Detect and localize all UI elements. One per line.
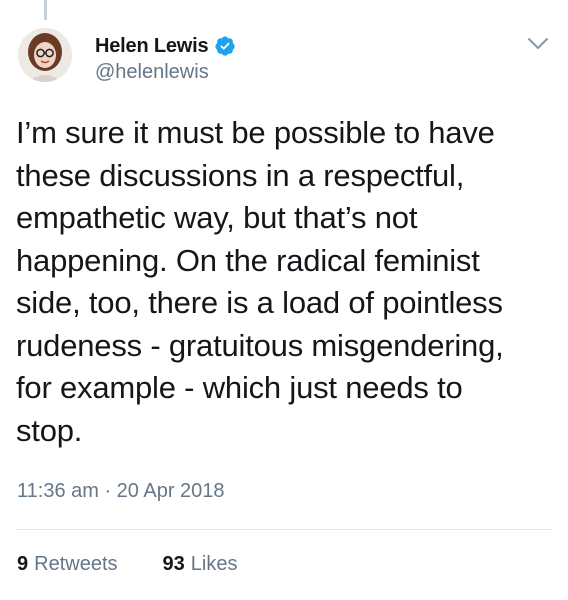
- tweet-text-line: side, too, there is a load of pointless: [16, 285, 503, 320]
- retweets-stat[interactable]: 9 Retweets: [17, 553, 118, 576]
- retweets-label: Retweets: [34, 553, 118, 575]
- divider: [16, 529, 553, 530]
- likes-count: 93: [162, 553, 185, 575]
- tweet-text-line: stop.: [16, 412, 83, 448]
- avatar-image: [18, 28, 72, 82]
- tweet-text-line: for example - which just needs to: [16, 370, 463, 405]
- tweet-text-line: these discussions in a respectful,: [16, 157, 465, 193]
- chevron-down-icon[interactable]: [527, 36, 549, 52]
- likes-stat[interactable]: 93 Likes: [163, 553, 238, 576]
- author-display-name[interactable]: Helen Lewis: [95, 35, 209, 58]
- tweet-text-line: I’m sure it must be possible to have: [16, 115, 495, 150]
- retweets-count: 9: [17, 553, 29, 575]
- author-handle[interactable]: @helenlewis: [95, 61, 236, 84]
- verified-badge-icon: [214, 35, 236, 57]
- author-name-row: Helen Lewis: [95, 33, 236, 59]
- likes-label: Likes: [190, 553, 238, 575]
- thread-connector-line: [44, 0, 47, 20]
- tweet-text-line: empathetic way, but that’s not: [16, 200, 418, 235]
- tweet-timestamp[interactable]: 11:36 am · 20 Apr 2018: [17, 480, 225, 503]
- tweet-text-line: happening. On the radical feminist: [16, 242, 480, 278]
- tweet-header: Helen Lewis @helenlewis: [95, 33, 236, 84]
- tweet-text-line: rudeness - gratuitous misgendering,: [16, 327, 504, 363]
- avatar[interactable]: [18, 28, 72, 82]
- tweet-text: I’m sure it must be possible to have the…: [16, 112, 556, 452]
- tweet-stats: 9 Retweets 93 Likes: [17, 553, 237, 576]
